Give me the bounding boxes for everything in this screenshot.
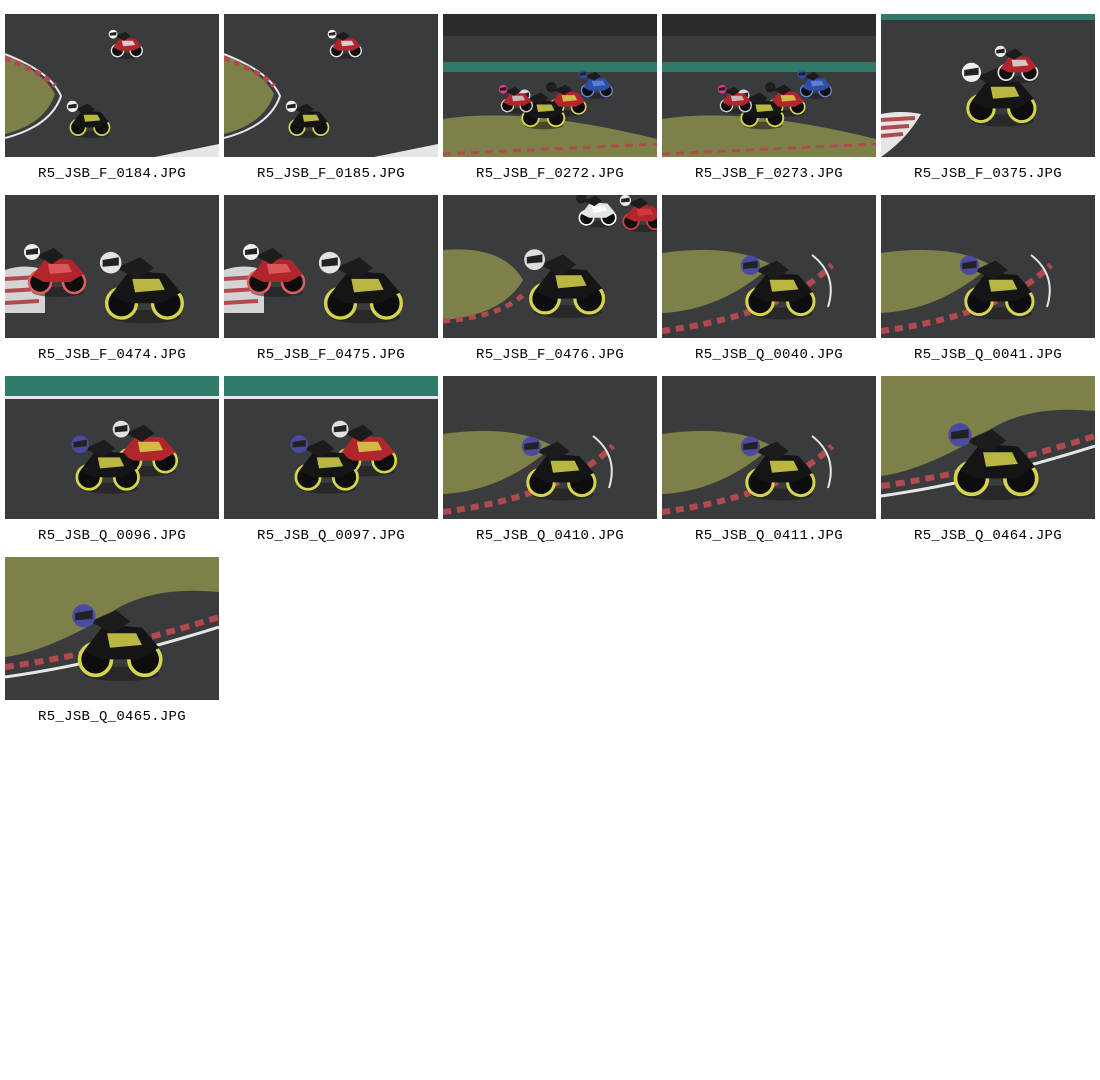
gallery-item[interactable]: R5_JSB_F_0375.JPG — [881, 14, 1095, 195]
photo-image[interactable] — [443, 376, 657, 519]
photo-thumbnail[interactable] — [5, 195, 219, 338]
photo-filename[interactable]: R5_JSB_Q_0465.JPG — [38, 709, 186, 725]
gallery-item[interactable]: R5_JSB_Q_0097.JPG — [224, 376, 438, 557]
thumbnail-grid: R5_JSB_F_0184.JPG R5_JSB_F_0185.JPG R5_J… — [5, 14, 1095, 738]
photo-filename[interactable]: R5_JSB_Q_0040.JPG — [695, 347, 843, 363]
gallery-item[interactable]: R5_JSB_F_0476.JPG — [443, 195, 657, 376]
photo-thumbnail[interactable] — [881, 376, 1095, 519]
photo-thumbnail[interactable] — [443, 376, 657, 519]
photo-thumbnail[interactable] — [5, 557, 219, 700]
photo-filename[interactable]: R5_JSB_F_0474.JPG — [38, 347, 186, 363]
photo-thumbnail[interactable] — [5, 376, 219, 519]
photo-thumbnail[interactable] — [881, 14, 1095, 157]
gallery-item[interactable]: R5_JSB_F_0273.JPG — [662, 14, 876, 195]
photo-filename[interactable]: R5_JSB_F_0273.JPG — [695, 166, 843, 182]
gallery-item[interactable]: R5_JSB_F_0474.JPG — [5, 195, 219, 376]
photo-thumbnail[interactable] — [224, 376, 438, 519]
photo-image[interactable] — [881, 376, 1095, 519]
photo-filename[interactable]: R5_JSB_Q_0411.JPG — [695, 528, 843, 544]
photo-image[interactable] — [662, 14, 876, 157]
photo-filename[interactable]: R5_JSB_F_0475.JPG — [257, 347, 405, 363]
photo-image[interactable] — [5, 557, 219, 700]
gallery-item[interactable]: R5_JSB_Q_0096.JPG — [5, 376, 219, 557]
photo-image[interactable] — [443, 195, 657, 338]
photo-filename[interactable]: R5_JSB_F_0375.JPG — [914, 166, 1062, 182]
gallery-item[interactable]: R5_JSB_Q_0465.JPG — [5, 557, 219, 738]
gallery-item[interactable]: R5_JSB_F_0272.JPG — [443, 14, 657, 195]
photo-thumbnail[interactable] — [662, 14, 876, 157]
photo-filename[interactable]: R5_JSB_Q_0041.JPG — [914, 347, 1062, 363]
gallery-item[interactable]: R5_JSB_Q_0041.JPG — [881, 195, 1095, 376]
gallery-item[interactable]: R5_JSB_F_0185.JPG — [224, 14, 438, 195]
photo-filename[interactable]: R5_JSB_F_0184.JPG — [38, 166, 186, 182]
photo-filename[interactable]: R5_JSB_F_0272.JPG — [476, 166, 624, 182]
photo-filename[interactable]: R5_JSB_Q_0410.JPG — [476, 528, 624, 544]
photo-filename[interactable]: R5_JSB_Q_0096.JPG — [38, 528, 186, 544]
photo-image[interactable] — [443, 14, 657, 157]
photo-thumbnail[interactable] — [881, 195, 1095, 338]
photo-image[interactable] — [224, 376, 438, 519]
photo-image[interactable] — [662, 195, 876, 338]
photo-thumbnail[interactable] — [662, 195, 876, 338]
photo-image[interactable] — [881, 14, 1095, 157]
photo-filename[interactable]: R5_JSB_Q_0464.JPG — [914, 528, 1062, 544]
photo-thumbnail[interactable] — [224, 14, 438, 157]
photo-image[interactable] — [5, 14, 219, 157]
gallery-item[interactable]: R5_JSB_Q_0411.JPG — [662, 376, 876, 557]
gallery-item[interactable]: R5_JSB_F_0184.JPG — [5, 14, 219, 195]
photo-filename[interactable]: R5_JSB_F_0185.JPG — [257, 166, 405, 182]
photo-thumbnail[interactable] — [443, 195, 657, 338]
photo-image[interactable] — [224, 14, 438, 157]
gallery-item[interactable]: R5_JSB_F_0475.JPG — [224, 195, 438, 376]
photo-image[interactable] — [5, 195, 219, 338]
photo-image[interactable] — [662, 376, 876, 519]
photo-filename[interactable]: R5_JSB_F_0476.JPG — [476, 347, 624, 363]
photo-image[interactable] — [224, 195, 438, 338]
gallery-item[interactable]: R5_JSB_Q_0040.JPG — [662, 195, 876, 376]
gallery-item[interactable]: R5_JSB_Q_0410.JPG — [443, 376, 657, 557]
photo-image[interactable] — [5, 376, 219, 519]
photo-thumbnail[interactable] — [224, 195, 438, 338]
photo-thumbnail[interactable] — [662, 376, 876, 519]
photo-image[interactable] — [881, 195, 1095, 338]
photo-thumbnail[interactable] — [5, 14, 219, 157]
photo-thumbnail[interactable] — [443, 14, 657, 157]
photo-filename[interactable]: R5_JSB_Q_0097.JPG — [257, 528, 405, 544]
gallery-item[interactable]: R5_JSB_Q_0464.JPG — [881, 376, 1095, 557]
